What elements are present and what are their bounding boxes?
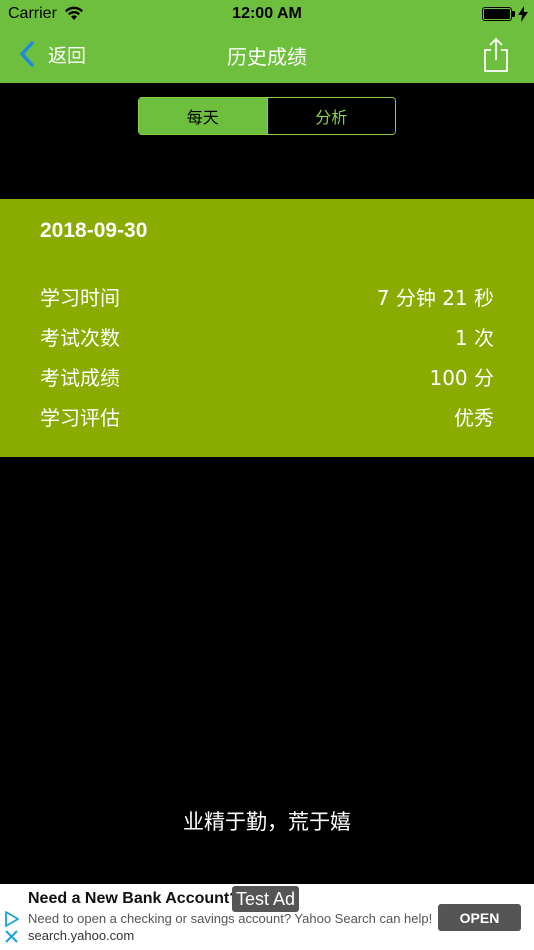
ad-domain[interactable]: search.yahoo.com <box>28 928 134 943</box>
segment-daily[interactable]: 每天 <box>139 98 267 134</box>
charging-bolt-icon <box>518 6 528 22</box>
record-row-exam-score: 考试成绩 100 分 <box>40 361 494 391</box>
record-value: 7 分钟 21 秒 <box>376 285 494 310</box>
segment-analysis[interactable]: 分析 <box>266 98 395 134</box>
view-segmented-control: 每天 分析 <box>138 97 396 135</box>
test-ad-badge: Test Ad <box>232 886 300 912</box>
record-row-study-time: 学习时间 7 分钟 21 秒 <box>40 281 494 311</box>
battery-icon <box>482 7 512 21</box>
share-icon[interactable] <box>482 37 510 73</box>
battery-tip <box>512 11 515 17</box>
record-label: 考试次数 <box>40 325 120 350</box>
navigation-bar: 返回 历史成绩 <box>0 28 534 83</box>
ad-headline[interactable]: Need a New Bank Account? <box>28 890 239 908</box>
status-bar: Carrier 12:00 AM <box>0 0 534 28</box>
record-value: 优秀 <box>454 405 494 430</box>
close-icon[interactable] <box>5 930 18 943</box>
record-label: 考试成绩 <box>40 365 120 390</box>
motto-text: 业精于勤，荒于嬉 <box>183 810 351 834</box>
record-date: 2018-09-30 <box>40 219 148 242</box>
ad-banner[interactable]: Need a New Bank Account? Test Ad Need to… <box>0 884 534 950</box>
record-label: 学习时间 <box>40 285 120 310</box>
ad-open-button[interactable]: OPEN <box>438 904 521 931</box>
record-row-assessment: 学习评估 优秀 <box>40 401 494 431</box>
adchoices-icon[interactable] <box>4 911 20 927</box>
record-value: 1 次 <box>454 325 494 350</box>
ad-body[interactable]: Need to open a checking or savings accou… <box>28 911 432 926</box>
record-value: 100 分 <box>429 365 494 390</box>
record-row-exam-count: 考试次数 1 次 <box>40 321 494 351</box>
daily-record-card: 2018-09-30 学习时间 7 分钟 21 秒 考试次数 1 次 考试成绩 … <box>0 199 534 457</box>
page-title: 历史成绩 <box>227 45 307 69</box>
record-label: 学习评估 <box>40 405 120 430</box>
status-time: 12:00 AM <box>232 5 302 22</box>
